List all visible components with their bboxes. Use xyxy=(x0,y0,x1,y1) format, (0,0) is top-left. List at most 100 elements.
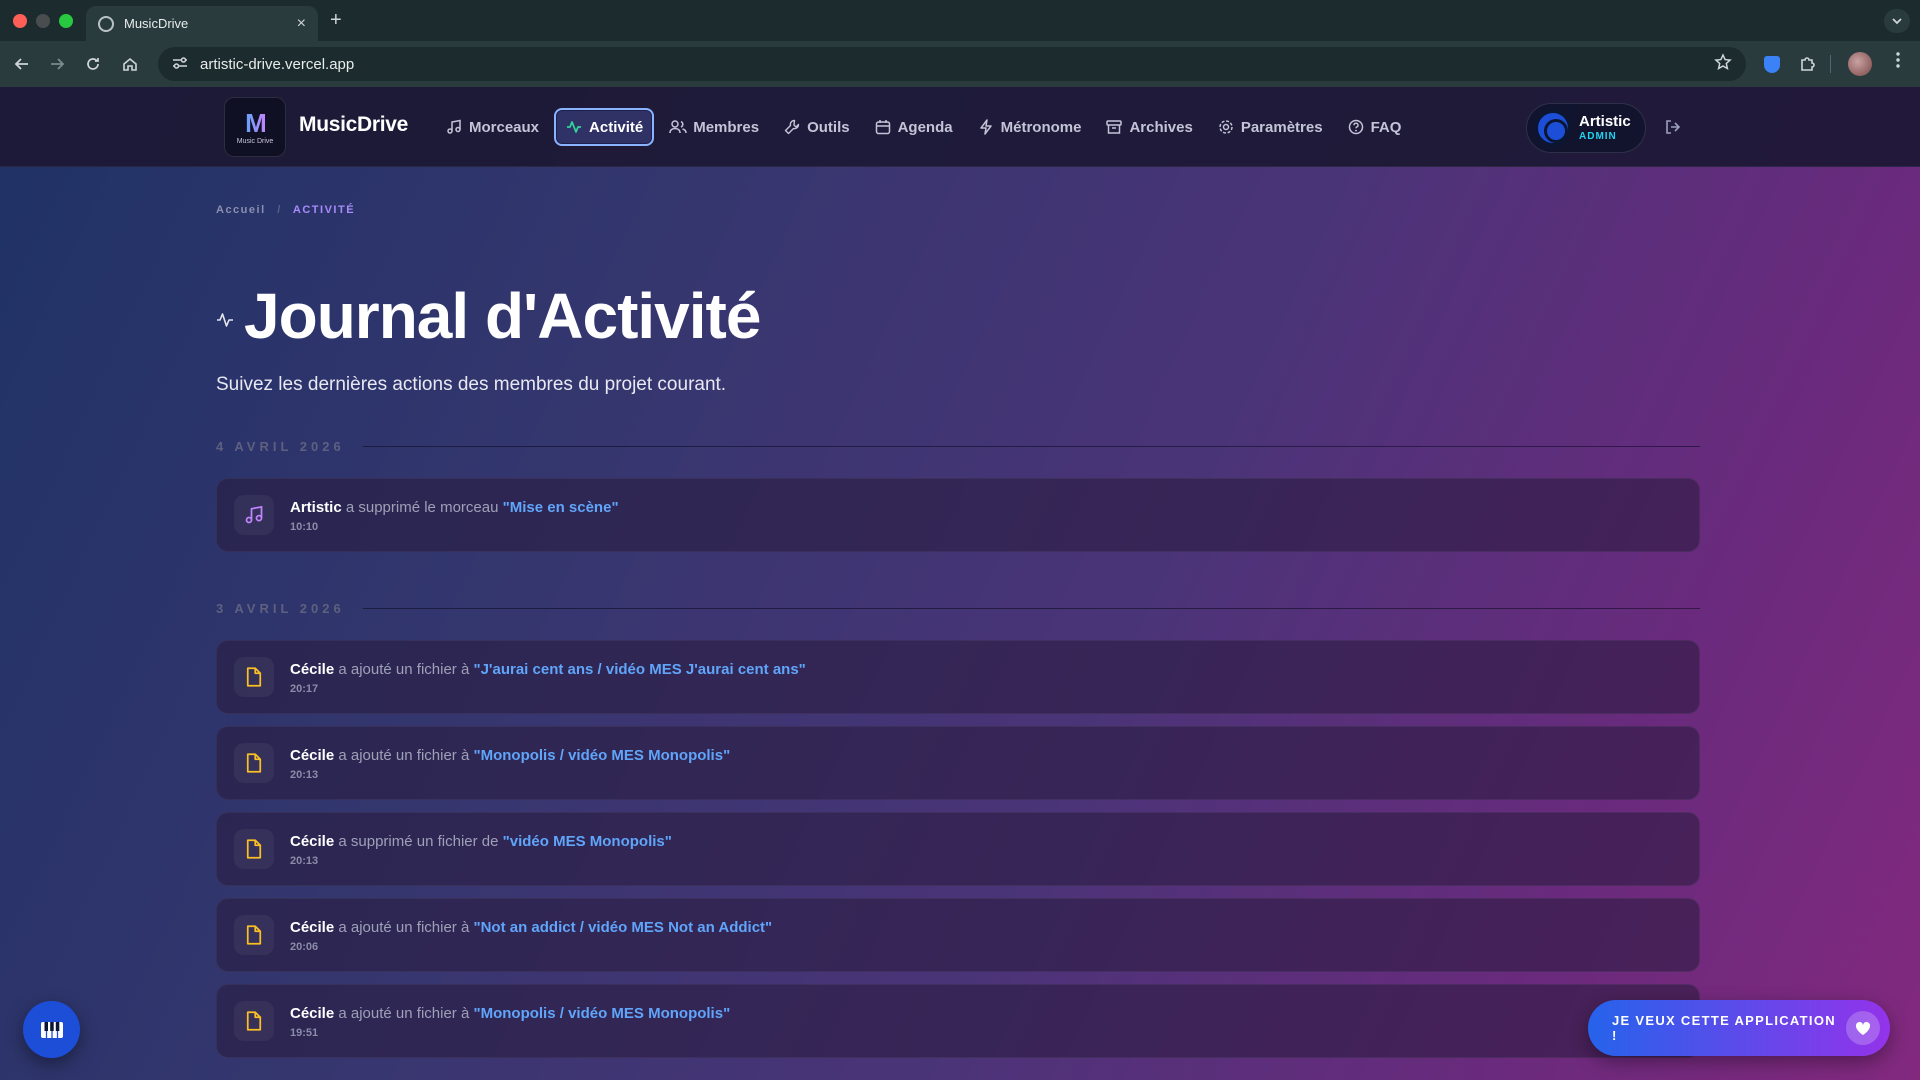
page-subtitle: Suivez les dernières actions des membres… xyxy=(216,374,727,395)
forward-button[interactable] xyxy=(46,53,68,75)
activity-day-group: 4 avril 2026 Artistic a supprimé le morc… xyxy=(216,436,1700,552)
activity-icon xyxy=(565,118,583,136)
entry-target-link[interactable]: "Monopolis / vidéo MES Monopolis" xyxy=(473,747,730,764)
day-header: 3 avril 2026 xyxy=(216,598,1700,618)
nav-label: Paramètres xyxy=(1240,118,1323,136)
music-note-icon xyxy=(234,495,274,535)
archive-icon xyxy=(1105,118,1123,136)
list-item: Cécile a ajouté un fichier à "Monopolis … xyxy=(216,984,1700,1058)
extensions-puzzle-icon[interactable] xyxy=(1796,52,1820,76)
nav-item-agenda[interactable]: Agenda xyxy=(865,108,962,146)
entry-action: a ajouté un fichier à xyxy=(338,1004,470,1022)
nav-item-metronome[interactable]: Métronome xyxy=(968,108,1091,146)
file-icon xyxy=(234,657,274,697)
url-text[interactable]: artistic-drive.vercel.app xyxy=(200,56,1714,73)
entry-action: a supprimé un fichier de xyxy=(338,832,499,850)
entry-time: 20:13 xyxy=(290,854,319,867)
close-tab-icon[interactable]: × xyxy=(297,15,306,32)
entry-target-link[interactable]: "J'aurai cent ans / vidéo MES J'aurai ce… xyxy=(473,661,805,678)
user-menu[interactable]: Artistic ADMIN xyxy=(1526,103,1646,153)
nav-item-parametres[interactable]: Paramètres xyxy=(1208,108,1332,146)
brand-name[interactable]: MusicDrive xyxy=(299,113,408,137)
entry-target-link[interactable]: "vidéo MES Monopolis" xyxy=(503,833,672,850)
toolbar-divider xyxy=(1830,55,1831,73)
extension-shield-icon[interactable] xyxy=(1760,52,1784,76)
window-maximize-button[interactable] xyxy=(59,14,73,28)
file-icon xyxy=(234,743,274,783)
breadcrumb-home[interactable]: Accueil xyxy=(216,204,266,216)
entry-user: Cécile xyxy=(290,832,335,850)
bookmark-star-icon[interactable] xyxy=(1714,52,1732,76)
new-tab-button[interactable]: + xyxy=(330,9,342,32)
user-name: Artistic xyxy=(1579,113,1631,131)
piano-icon xyxy=(40,1021,63,1038)
entry-target-link[interactable]: "Not an addict / vidéo MES Not an Addict… xyxy=(473,919,772,936)
nav-item-outils[interactable]: Outils xyxy=(774,108,859,146)
nav-item-faq[interactable]: FAQ xyxy=(1338,108,1411,146)
nav-label: Archives xyxy=(1129,118,1193,136)
calendar-icon xyxy=(874,118,892,136)
browser-toolbar: artistic-drive.vercel.app xyxy=(0,41,1920,87)
help-circle-icon xyxy=(1347,118,1365,136)
cta-label: JE VEUX CETTE APPLICATION ! xyxy=(1612,1013,1836,1043)
list-item: Cécile a supprimé un fichier de "vidéo M… xyxy=(216,812,1700,886)
nav-label: FAQ xyxy=(1370,118,1402,136)
reload-button[interactable] xyxy=(82,53,104,75)
list-item: Cécile a ajouté un fichier à "Monopolis … xyxy=(216,726,1700,800)
entry-user: Cécile xyxy=(290,918,335,936)
wrench-icon xyxy=(783,118,801,136)
window-minimize-button[interactable] xyxy=(36,14,50,28)
reload-icon xyxy=(87,58,99,70)
entry-user: Cécile xyxy=(290,660,335,678)
back-button[interactable] xyxy=(11,53,33,75)
entry-action: a ajouté un fichier à xyxy=(338,746,470,764)
nav-item-morceaux[interactable]: Morceaux xyxy=(436,108,548,146)
entry-action: a supprimé le morceau xyxy=(345,498,499,516)
profile-avatar[interactable] xyxy=(1848,52,1872,76)
piano-fab-button[interactable] xyxy=(23,1001,80,1058)
window-close-button[interactable] xyxy=(13,14,27,28)
entry-time: 10:10 xyxy=(290,520,319,533)
site-settings-icon[interactable] xyxy=(172,56,188,73)
nav-item-membres[interactable]: Membres xyxy=(660,108,768,146)
gear-icon xyxy=(1217,118,1235,136)
breadcrumb: Accueil / Activité xyxy=(216,204,355,216)
nav-item-activite[interactable]: Activité xyxy=(554,108,655,146)
nav-label: Activité xyxy=(589,118,644,136)
breadcrumb-current: Activité xyxy=(292,204,356,216)
logout-icon[interactable] xyxy=(1664,118,1684,138)
breadcrumb-separator: / xyxy=(277,204,282,216)
globe-icon xyxy=(98,15,114,32)
app-logo[interactable]: M Music Drive xyxy=(224,97,286,157)
entry-user: Cécile xyxy=(290,1004,335,1022)
music-note-icon xyxy=(445,118,463,136)
entry-user: Artistic xyxy=(290,498,342,516)
entry-time: 19:51 xyxy=(290,1026,319,1039)
nav-item-archives[interactable]: Archives xyxy=(1096,108,1201,146)
nav-label: Agenda xyxy=(897,118,953,136)
tab-search-button[interactable] xyxy=(1884,9,1910,33)
address-bar[interactable]: artistic-drive.vercel.app xyxy=(158,47,1746,81)
entry-action: a ajouté un fichier à xyxy=(338,918,470,936)
browser-menu-icon[interactable] xyxy=(1886,52,1910,76)
nav-label: Membres xyxy=(693,118,760,136)
page-title: Journal d'Activité xyxy=(216,279,761,353)
entry-target-link[interactable]: "Monopolis / vidéo MES Monopolis" xyxy=(473,1005,730,1022)
home-button[interactable] xyxy=(119,53,141,75)
app-viewport: M Music Drive MusicDrive Morceaux Activi… xyxy=(0,87,1920,1080)
browser-tabbar: MusicDrive × + xyxy=(0,0,1920,41)
day-divider xyxy=(362,445,1700,447)
entry-user: Cécile xyxy=(290,746,335,764)
heart-icon xyxy=(1846,1011,1880,1045)
activity-icon xyxy=(216,311,234,329)
home-icon xyxy=(123,57,137,71)
browser-tab[interactable]: MusicDrive × xyxy=(86,6,318,41)
day-divider xyxy=(362,607,1700,609)
nav-label: Morceaux xyxy=(469,118,540,136)
entry-time: 20:17 xyxy=(290,682,319,695)
page-title-text: Journal d'Activité xyxy=(244,280,761,352)
arrow-right-icon xyxy=(51,58,65,70)
want-app-cta-button[interactable]: JE VEUX CETTE APPLICATION ! xyxy=(1588,1000,1890,1056)
entry-target-link[interactable]: "Mise en scène" xyxy=(503,499,619,516)
nav-label: Outils xyxy=(807,118,850,136)
